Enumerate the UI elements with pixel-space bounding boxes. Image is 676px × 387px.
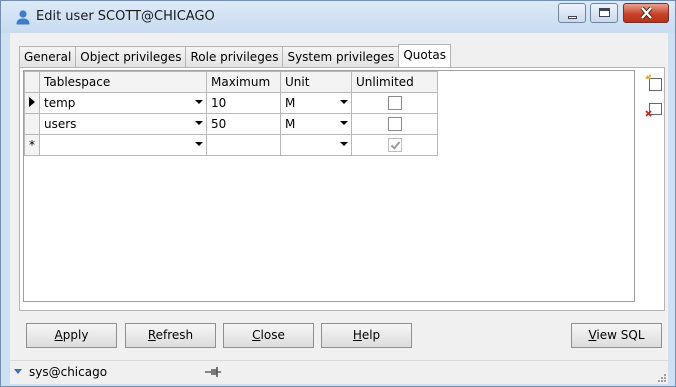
tab-system-privileges[interactable]: System privileges [282, 46, 400, 67]
tablespace-cell[interactable]: users [39, 113, 207, 135]
tablespace-cell[interactable]: temp [39, 92, 207, 114]
tab-object-privileges[interactable]: Object privileges [75, 46, 187, 67]
dialog-window: Edit user SCOTT@CHICAGO General Object p… [0, 0, 676, 387]
tab-quotas[interactable]: Quotas [398, 44, 452, 67]
unit-cell[interactable] [280, 134, 352, 156]
refresh-accelerator: R [147, 328, 156, 342]
apply-accelerator: A [54, 328, 63, 342]
tab-strip: General Object privileges Role privilege… [19, 44, 452, 67]
view-sql-button[interactable]: View SQL [571, 323, 662, 348]
delete-row-icon [645, 103, 662, 117]
apply-button[interactable]: Apply [26, 323, 117, 348]
new-row-marker: * [29, 138, 35, 152]
unit-value: M [285, 117, 296, 131]
tablespace-value: users [44, 117, 77, 131]
maximize-icon [599, 8, 610, 17]
column-header-unit[interactable]: Unit [280, 71, 352, 93]
add-row-button[interactable] [644, 73, 664, 93]
unlimited-cell [351, 113, 438, 135]
close-accelerator: C [252, 328, 261, 342]
row-indicator[interactable] [24, 92, 40, 114]
column-header-unlimited[interactable]: Unlimited [351, 71, 438, 93]
user-icon [16, 10, 30, 25]
title-bar[interactable]: Edit user SCOTT@CHICAGO [1, 1, 675, 33]
tablespace-value: temp [44, 96, 76, 110]
help-accelerator: H [352, 328, 362, 342]
column-header-maximum[interactable]: Maximum [206, 71, 281, 93]
close-window-button[interactable] [623, 3, 669, 23]
minimize-icon [568, 16, 577, 19]
connection-menu-icon[interactable] [14, 369, 22, 374]
dropdown-arrow-icon[interactable] [195, 142, 203, 146]
current-row-icon [29, 97, 35, 107]
dropdown-arrow-icon[interactable] [340, 100, 348, 104]
dropdown-arrow-icon[interactable] [195, 121, 203, 125]
column-header-tablespace[interactable]: Tablespace [39, 71, 207, 93]
unlimited-checkbox[interactable] [387, 96, 402, 110]
row-header-corner [24, 71, 40, 93]
delete-row-button[interactable] [644, 99, 664, 119]
add-row-icon [645, 74, 662, 91]
maximum-cell[interactable]: 10 [206, 92, 281, 114]
status-bar: sys@chicago [10, 360, 668, 384]
minimize-button[interactable] [558, 3, 586, 23]
unlimited-cell [351, 92, 438, 114]
unlimited-checkbox[interactable] [387, 138, 402, 152]
unit-value: M [285, 96, 296, 110]
refresh-button[interactable]: Refresh [125, 323, 216, 348]
connection-label[interactable]: sys@chicago [29, 365, 107, 379]
quotas-grid[interactable]: Tablespace Maximum Unit Unlimited temp 1… [23, 70, 635, 302]
maximize-button[interactable] [590, 3, 618, 23]
tab-general[interactable]: General [19, 46, 77, 67]
quotas-panel: Tablespace Maximum Unit Unlimited temp 1… [19, 67, 665, 311]
window-title: Edit user SCOTT@CHICAGO [36, 9, 215, 24]
maximum-cell[interactable] [206, 134, 281, 156]
tablespace-cell[interactable] [39, 134, 207, 156]
table-row[interactable]: temp 10 M [24, 92, 438, 114]
dropdown-arrow-icon[interactable] [195, 100, 203, 104]
unlimited-cell [351, 134, 438, 156]
close-icon [640, 7, 653, 19]
table-row[interactable]: users 50 M [24, 113, 438, 135]
dropdown-arrow-icon[interactable] [340, 121, 348, 125]
resize-grip-icon[interactable] [658, 374, 666, 382]
maximum-cell[interactable]: 50 [206, 113, 281, 135]
unlimited-checkbox[interactable] [387, 117, 402, 131]
unit-cell[interactable]: M [280, 92, 352, 114]
quotas-table: Tablespace Maximum Unit Unlimited temp 1… [24, 71, 438, 156]
dropdown-arrow-icon[interactable] [340, 142, 348, 146]
new-row[interactable]: * [24, 134, 438, 156]
tab-role-privileges[interactable]: Role privileges [185, 46, 284, 67]
pin-icon[interactable] [204, 366, 222, 378]
close-button[interactable]: Close [223, 323, 314, 348]
row-indicator[interactable] [24, 113, 40, 135]
grid-header-row: Tablespace Maximum Unit Unlimited [24, 71, 438, 93]
help-button[interactable]: Help [321, 323, 412, 348]
unit-cell[interactable]: M [280, 113, 352, 135]
dialog-body: General Object privileges Role privilege… [10, 33, 668, 360]
row-indicator[interactable]: * [24, 134, 40, 156]
